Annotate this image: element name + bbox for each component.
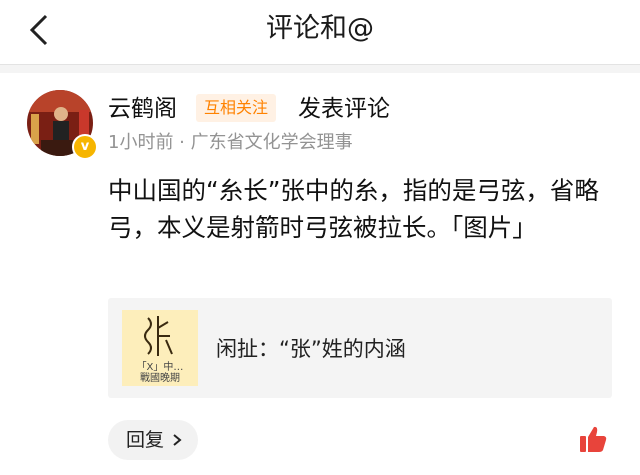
page-title: 评论和@ [266, 13, 374, 44]
action-text: 发表评论 [298, 96, 390, 122]
reply-button[interactable]: 回复 [108, 420, 198, 460]
chevron-right-icon [173, 434, 182, 446]
reply-label: 回复 [126, 429, 165, 451]
article-title: 闲扯：“张”姓的内涵 [216, 337, 406, 361]
section-divider [0, 65, 640, 73]
thumbnail-subcaption: 戰國晚期 [140, 373, 180, 384]
top-bar: 评论和@ [0, 0, 640, 65]
author-name[interactable]: 云鹤阁 [108, 94, 177, 124]
thumbs-up-icon[interactable] [578, 424, 608, 454]
article-thumbnail: 「X」中… 戰國晚期 [122, 310, 198, 386]
comment-text: 中山国的“糸长”张中的糸，指的是弓弦，省略弓，本义是射箭时弓弦被拉长。「图片」 [108, 176, 599, 242]
verified-badge-icon: v [72, 134, 98, 160]
comment-meta: 1小时前 · 广东省文化学会理事 [108, 132, 353, 153]
mutual-follow-tag: 互相关注 [196, 94, 277, 122]
linked-article-card[interactable]: 「X」中… 戰國晚期 闲扯：“张”姓的内涵 [108, 298, 612, 398]
seal-script-glyph [144, 316, 173, 356]
